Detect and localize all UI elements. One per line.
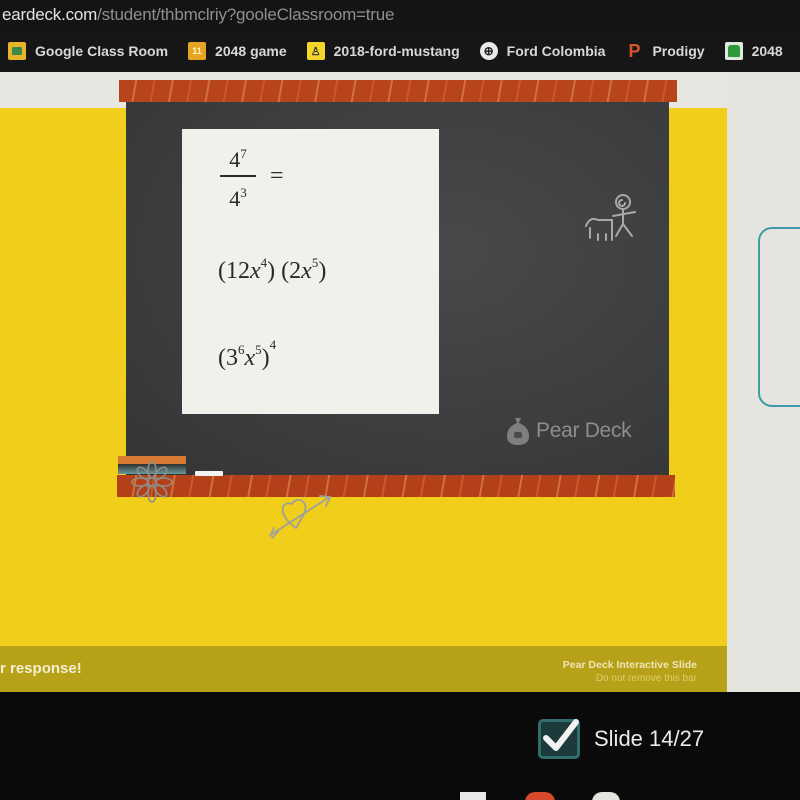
product-equation: (12x4) (2x5) xyxy=(218,255,327,284)
chalk-stick xyxy=(195,471,223,476)
flower-doodle-icon xyxy=(131,461,173,503)
tree-icon xyxy=(724,42,743,60)
google-classroom-icon xyxy=(8,42,26,60)
equals-sign: = xyxy=(270,163,284,189)
bookmark-2048-game[interactable]: 11 2048 game xyxy=(188,42,287,60)
checkmark-icon xyxy=(543,719,579,751)
bookmark-google-classroom[interactable]: Google Class Room xyxy=(8,42,168,60)
denominator: 43 xyxy=(229,184,247,211)
response-input-box[interactable] xyxy=(758,227,800,407)
globe-icon: ⊕ xyxy=(479,42,498,60)
bookmark-2048[interactable]: 2048 xyxy=(724,42,783,60)
bookmark-ford-colombia[interactable]: ⊕ Ford Colombia xyxy=(479,42,606,60)
prodigy-icon: P xyxy=(628,40,641,61)
response-prompt: r response! xyxy=(0,660,82,677)
url-path: /student/thbmclriy?gooleClassroom=true xyxy=(97,5,395,24)
fraction-bar xyxy=(220,175,256,177)
screen: eardeck.com/student/thbmclriy?gooleClass… xyxy=(0,0,800,800)
pear-deck-bar: r response! Pear Deck Interactive Slide … xyxy=(0,646,727,694)
interactive-slide-sublabel: Do not remove this bar xyxy=(595,673,697,684)
bookmark-label: 2048 xyxy=(751,43,783,59)
slide-counter: Slide 14/27 xyxy=(594,726,705,751)
2048-game-icon: 11 xyxy=(188,42,207,60)
interactive-slide-label: Pear Deck Interactive Slide xyxy=(562,659,697,671)
heart-arrow-doodle-icon xyxy=(269,495,332,539)
pear-deck-watermark: Pear Deck xyxy=(505,416,632,446)
fraction-equation: 47 43 xyxy=(220,141,256,211)
bookmark-label: 2018-ford-mustang xyxy=(333,43,460,59)
bookmark-prodigy[interactable]: P Prodigy xyxy=(625,40,705,61)
dock-icon-white[interactable] xyxy=(460,792,486,800)
stick-figure-dog-doodle-icon xyxy=(585,194,636,241)
ford-mustang-icon: ♙ xyxy=(306,42,325,60)
chalkboard-frame-top xyxy=(119,80,677,102)
pear-deck-logo-icon xyxy=(507,418,529,445)
numerator: 47 xyxy=(229,146,247,172)
bookmark-label: Ford Colombia xyxy=(506,43,606,59)
dock-icon-light[interactable] xyxy=(592,792,620,800)
slide-status: Slide 14/27 xyxy=(538,719,704,759)
address-bar[interactable]: eardeck.com/student/thbmclriy?gooleClass… xyxy=(0,0,800,30)
bookmarks-bar: Google Class Room 11 2048 game ♙ 2018-fo… xyxy=(0,30,800,72)
bookmark-label: Prodigy xyxy=(652,43,705,59)
pear-deck-watermark-text: Pear Deck xyxy=(536,419,632,442)
chalkboard-frame-bottom xyxy=(117,475,675,497)
submitted-checkbox[interactable] xyxy=(538,719,580,759)
bookmark-label: Google Class Room xyxy=(35,43,169,59)
dock-icon-orange[interactable] xyxy=(525,792,555,800)
url-host: eardeck.com xyxy=(2,5,98,24)
equation-card: 47 43 = (12x4) (2x5) (36x5)4 xyxy=(182,129,439,414)
bookmark-2018-ford-mustang[interactable]: ♙ 2018-ford-mustang xyxy=(306,42,460,60)
power-equation: (36x5)4 xyxy=(218,337,277,371)
bookmark-label: 2048 game xyxy=(215,43,287,59)
